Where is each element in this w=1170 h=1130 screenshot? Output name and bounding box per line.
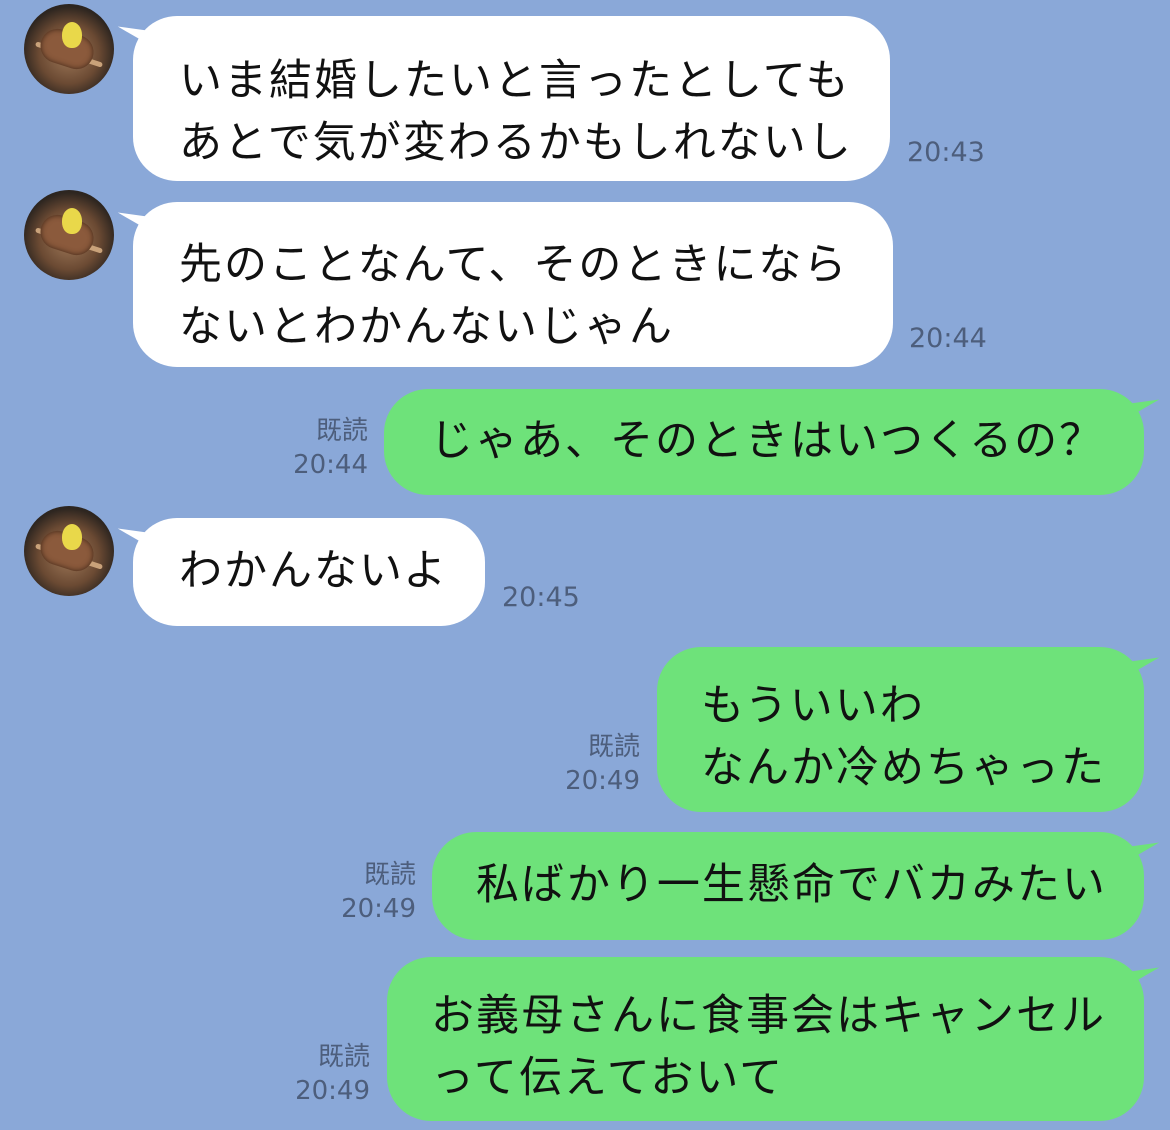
message-line: もういいわ [701,681,925,731]
message-bubble-incoming[interactable]: いま結婚したいと言ったとしても あとで気が変わるかもしれないし [133,16,890,181]
message-timestamp: 20:49 [341,894,416,924]
message-bubble-incoming[interactable]: 先のことなんて、そのときになら ないとわかんないじゃん [133,202,893,367]
read-receipt: 既読 [587,732,640,762]
message-line: ないとわかんないじゃん [179,302,674,352]
message-line: お義母さんに食事会はキャンセル [431,991,1106,1041]
message-bubble-outgoing[interactable]: じゃあ、そのときはいつくるの？ [384,389,1144,495]
read-receipt: 既読 [317,1042,370,1072]
message-timestamp: 20:44 [909,323,987,354]
message-timestamp: 20:43 [907,137,985,168]
message-line: じゃあ、そのときはいつくるの？ [430,416,1105,466]
message-read-status: 既読 20:44 [250,414,368,482]
read-receipt: 既読 [363,860,416,890]
message-line: いま結婚したいと言ったとしても [179,56,851,106]
message-bubble-outgoing[interactable]: 私ばかり一生懸命でバカみたい [432,832,1144,940]
avatar-lemon [62,208,82,234]
contact-avatar[interactable] [24,506,114,596]
message-timestamp: 20:44 [293,450,368,480]
message-read-status: 既読 20:49 [296,858,416,926]
message-read-status: 既読 20:49 [250,1040,370,1108]
message-bubble-outgoing[interactable]: お義母さんに食事会はキャンセル って伝えておいて [387,957,1144,1121]
message-line: って伝えておいて [431,1053,785,1103]
message-timestamp: 20:49 [295,1076,370,1106]
message-bubble-outgoing[interactable]: もういいわ なんか冷めちゃった [657,647,1144,812]
message-line: なんか冷めちゃった [701,743,1106,793]
message-timestamp: 20:49 [565,766,640,796]
contact-avatar[interactable] [24,190,114,280]
message-timestamp: 20:45 [502,582,580,613]
avatar-lemon [62,22,82,48]
message-line: あとで気が変わるかもしれないし [179,118,853,168]
contact-avatar[interactable] [24,4,114,94]
message-line: 先のことなんて、そのときになら [179,240,849,290]
message-line: わかんないよ [179,546,449,596]
message-bubble-incoming[interactable]: わかんないよ [133,518,485,626]
message-read-status: 既読 20:49 [520,730,640,798]
message-line: 私ばかり一生懸命でバカみたい [476,860,1107,910]
avatar-lemon [62,524,82,550]
read-receipt: 既読 [315,416,368,446]
